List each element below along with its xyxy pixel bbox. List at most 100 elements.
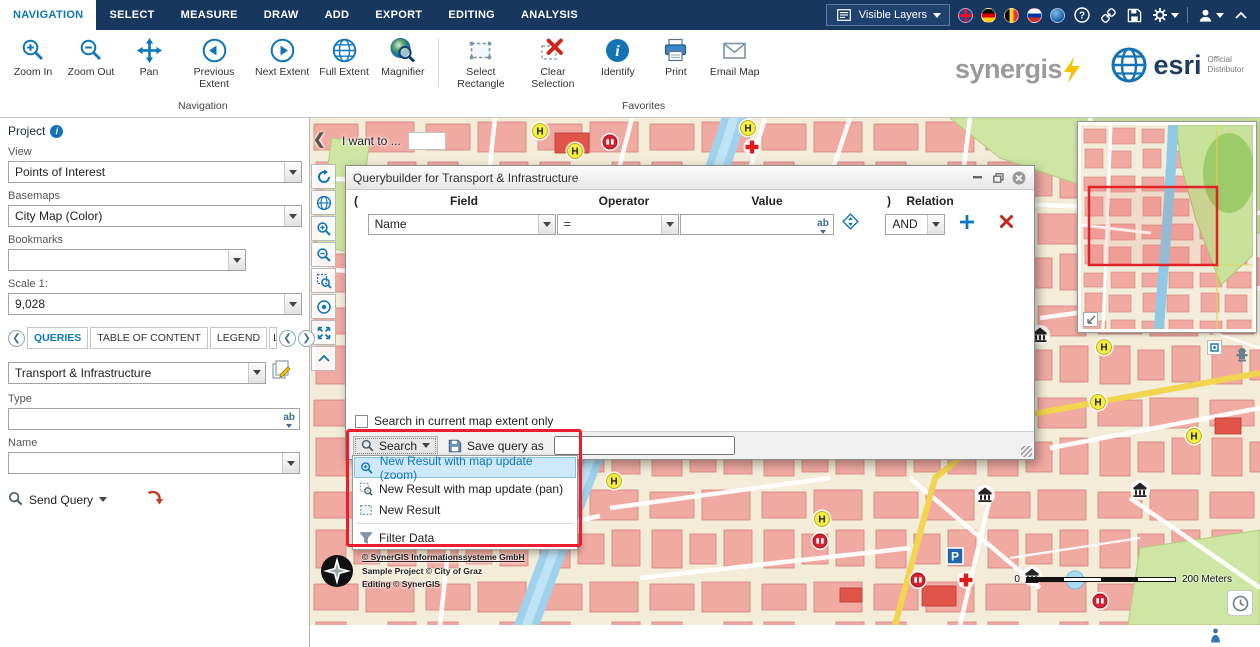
tab-queries[interactable]: QUERIES [27, 327, 88, 349]
dialog-resize-grip[interactable] [1021, 446, 1032, 457]
name-dropdown[interactable] [8, 452, 300, 474]
collapse-toolbar-button[interactable] [311, 346, 336, 371]
history-button[interactable] [1227, 590, 1253, 616]
overview-map[interactable] [1077, 121, 1257, 333]
flag-russia-icon[interactable] [1027, 8, 1042, 23]
save-query-as[interactable]: Save query as [448, 439, 544, 453]
zoom-in-tool[interactable]: Zoom In [4, 34, 62, 91]
chevron-down-icon [282, 453, 299, 473]
zoom-window-button[interactable] [311, 268, 336, 293]
print-icon [662, 36, 690, 64]
menu-tab-draw[interactable]: DRAW [251, 0, 312, 30]
menu-tab-navigation[interactable]: NAVIGATION [0, 0, 96, 30]
pan-icon [135, 36, 163, 64]
get-values-icon[interactable] [842, 213, 859, 235]
basemaps-dropdown[interactable]: City Map (Color) [8, 205, 302, 227]
collapse-panel-icon[interactable]: ❮ [313, 130, 326, 148]
center-map-button[interactable] [311, 294, 336, 319]
full-extent-tool[interactable]: Full Extent [314, 34, 374, 91]
next-extent-tool[interactable]: Next Extent [250, 34, 314, 91]
chevron-down-icon [284, 162, 301, 182]
menu-item-new-result[interactable]: New Result [354, 499, 576, 520]
help-icon[interactable]: ? [1073, 6, 1091, 24]
close-icon[interactable] [1011, 170, 1027, 185]
scale-bar: 0 200 Meters [1014, 574, 1232, 585]
map-extent-checkbox[interactable] [355, 415, 368, 428]
collapse-bar-icon[interactable] [1232, 6, 1250, 24]
info-icon[interactable]: i [50, 125, 63, 138]
menu-tab-analysis[interactable]: ANALYSIS [508, 0, 591, 30]
previous-extent-tool[interactable]: Previous Extent [178, 34, 250, 91]
menu-tab-add[interactable]: ADD [312, 0, 363, 30]
print-tool[interactable]: Print [647, 34, 705, 91]
previous-extent-icon [200, 36, 228, 64]
view-dropdown[interactable]: Points of Interest [8, 161, 302, 183]
full-extent-button[interactable] [311, 190, 336, 215]
operator-dropdown[interactable]: = [557, 214, 679, 235]
menu-tab-select[interactable]: SELECT [96, 0, 167, 30]
zoom-out-map-button[interactable] [311, 242, 336, 267]
autocomplete-ab-icon[interactable]: ab [283, 413, 295, 428]
bookmarks-dropdown[interactable] [8, 249, 246, 271]
minimize-icon[interactable] [969, 170, 985, 185]
menu-tab-export[interactable]: EXPORT [362, 0, 435, 30]
name-label: Name [8, 437, 301, 449]
user-menu[interactable] [1196, 6, 1224, 24]
menu-tab-measure[interactable]: MEASURE [168, 0, 251, 30]
edit-query-icon[interactable] [270, 359, 292, 386]
zoom-out-tool[interactable]: Zoom Out [62, 34, 120, 91]
flag-germany-icon[interactable] [981, 8, 996, 23]
menu-item-filter-data[interactable]: Filter Data [354, 527, 576, 548]
identify-tool[interactable]: i Identify [589, 34, 647, 91]
autocomplete-ab-icon[interactable]: ab [817, 219, 829, 234]
relation-dropdown[interactable]: AND [885, 214, 945, 235]
search-split-button[interactable]: Search [353, 436, 438, 456]
chevron-down-icon [661, 215, 678, 234]
dialog-titlebar[interactable]: Querybuilder for Transport & Infrastruct… [346, 166, 1034, 190]
tab-scroll-left-icon[interactable]: ❮ [279, 330, 296, 347]
field-dropdown[interactable]: Name [368, 214, 556, 235]
maximize-map-button[interactable] [311, 320, 336, 345]
pan-tool[interactable]: Pan [120, 34, 178, 91]
parking-marker: P [947, 548, 963, 564]
query-theme-dropdown[interactable]: Transport & Infrastructure [8, 362, 266, 384]
email-map-tool[interactable]: Email Map [705, 34, 765, 91]
reset-query-icon[interactable] [145, 490, 163, 509]
i-want-to-input[interactable] [408, 132, 446, 150]
select-rectangle-tool[interactable]: Select Rectangle [445, 34, 517, 91]
send-query-button[interactable]: Send Query [29, 493, 93, 507]
i-want-to-widget[interactable]: I want to ... [342, 132, 446, 150]
tab-scroll-right-icon[interactable]: ❯ [298, 330, 315, 347]
visible-layers-button[interactable]: Visible Layers [826, 4, 950, 26]
settings-menu[interactable] [1151, 6, 1179, 24]
refresh-map-button[interactable] [311, 164, 336, 189]
menu-item-new-result-pan[interactable]: New Result with map update (pan) [354, 478, 576, 499]
menu-item-new-result-zoom[interactable]: New Result with map update (zoom) [354, 457, 576, 478]
scale-dropdown[interactable]: 9,028 [8, 293, 302, 315]
restore-icon[interactable] [990, 170, 1006, 185]
value-input[interactable]: ab [680, 214, 834, 235]
extent-rectangle[interactable] [1089, 187, 1217, 265]
tab-scroll-left-icon[interactable]: ❮ [8, 330, 25, 347]
tab-legend[interactable]: LEGEND [210, 327, 267, 349]
chevron-down-icon[interactable] [99, 497, 107, 502]
chevron-down-icon [422, 443, 430, 448]
link-icon[interactable] [1099, 6, 1117, 24]
overview-resize-handle[interactable] [1083, 312, 1098, 327]
globe-language-icon[interactable] [1050, 8, 1065, 23]
tab-table-of-content[interactable]: TABLE OF CONTENT [90, 327, 208, 349]
flag-belgium-icon[interactable] [1004, 8, 1019, 23]
type-input[interactable]: ab [8, 408, 300, 430]
tab-truncated[interactable]: L [269, 327, 277, 349]
clear-selection-tool[interactable]: Clear Selection [517, 34, 589, 91]
save-icon[interactable] [1125, 6, 1143, 24]
add-condition-icon[interactable] [959, 214, 975, 235]
magnifier-tool[interactable]: Magnifier [374, 34, 432, 91]
delete-condition-icon[interactable] [999, 214, 1014, 234]
pan-result-icon [359, 482, 373, 496]
toolbar-group-favorites-label: Favorites [622, 100, 665, 112]
flag-uk-icon[interactable] [958, 8, 973, 23]
save-query-name-input[interactable] [554, 436, 735, 455]
menu-tab-editing[interactable]: EDITING [435, 0, 508, 30]
zoom-in-map-button[interactable] [311, 216, 336, 241]
